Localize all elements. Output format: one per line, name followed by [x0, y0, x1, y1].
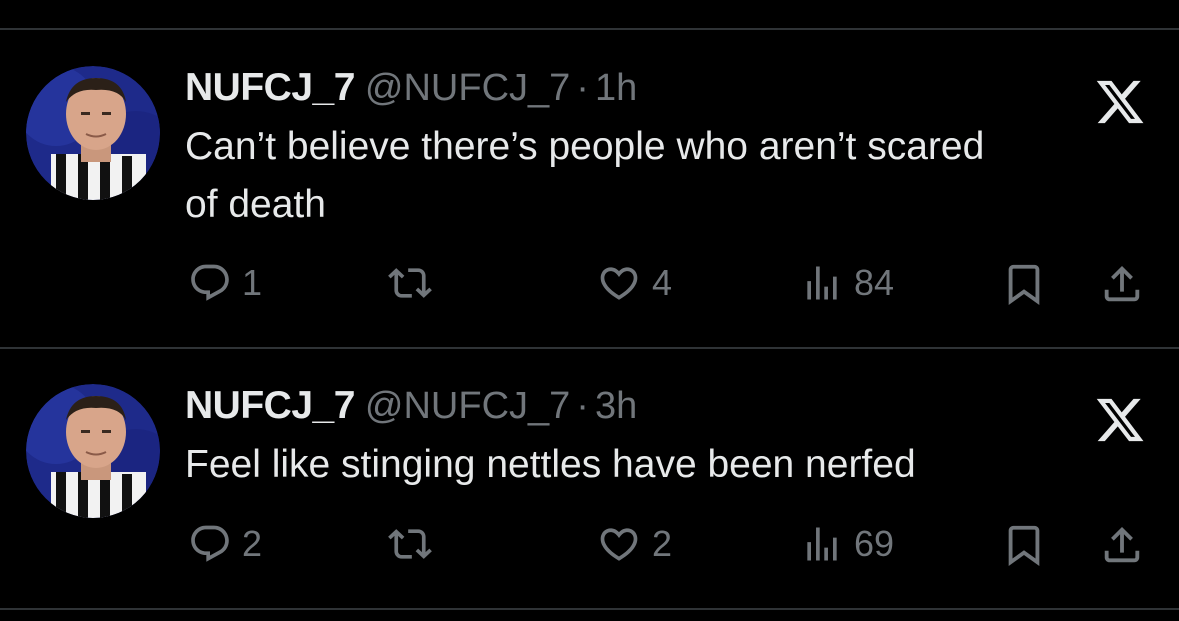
- bookmark-button[interactable]: [1000, 261, 1048, 307]
- avatar[interactable]: [26, 384, 160, 518]
- separator-dot: ·: [576, 67, 589, 109]
- share-icon: [1104, 265, 1140, 302]
- reply-count: 2: [242, 523, 263, 564]
- retweet-icon: [388, 529, 432, 559]
- retweet-icon: [388, 268, 432, 298]
- bottom-divider: [0, 608, 1179, 610]
- timestamp[interactable]: 3h: [595, 385, 637, 427]
- views-button[interactable]: 84: [800, 261, 894, 305]
- share-button[interactable]: [1098, 522, 1146, 568]
- like-button[interactable]: 2: [596, 522, 672, 566]
- tweet-header: NUFCJ_7 @NUFCJ_7 · 3h: [185, 384, 637, 428]
- bookmark-icon: [1008, 525, 1040, 566]
- tweet-2[interactable]: NUFCJ_7 @NUFCJ_7 · 3h Feel like stinging ne…: [0, 378, 1179, 608]
- tweet-text: Feel like stinging nettles have been ner…: [185, 436, 1145, 494]
- views-count: 84: [854, 262, 895, 303]
- avatar-image: [26, 384, 160, 518]
- display-name[interactable]: NUFCJ_7: [185, 66, 355, 109]
- reply-button[interactable]: 2: [188, 522, 262, 566]
- separator-dot: ·: [576, 385, 589, 427]
- tweet-text: Can’t believe there’s people who aren’t …: [185, 118, 1145, 234]
- like-count: 2: [652, 523, 673, 564]
- user-handle[interactable]: @NUFCJ_7: [365, 385, 570, 427]
- timestamp[interactable]: 1h: [595, 67, 637, 109]
- tweet-divider: [0, 347, 1179, 349]
- tweet-header: NUFCJ_7 @NUFCJ_7 · 1h: [185, 66, 637, 110]
- like-icon: [600, 528, 638, 561]
- tweet-text-line-1: Feel like stinging nettles have been ner…: [185, 443, 916, 486]
- tweet-text-line-2: of death: [185, 183, 326, 226]
- reply-button[interactable]: 1: [188, 261, 262, 305]
- top-divider: [0, 28, 1179, 30]
- bookmark-button[interactable]: [1000, 522, 1048, 568]
- views-count: 69: [854, 523, 895, 564]
- like-count: 4: [652, 262, 673, 303]
- retweet-button[interactable]: [386, 261, 434, 305]
- share-icon: [1104, 526, 1140, 563]
- tweet-1[interactable]: NUFCJ_7 @NUFCJ_7 · 1h Can’t believe there’s…: [0, 60, 1179, 348]
- like-button[interactable]: 4: [596, 261, 672, 305]
- views-button[interactable]: 69: [800, 522, 894, 566]
- reply-icon: [191, 264, 229, 301]
- reply-icon: [191, 525, 229, 562]
- display-name[interactable]: NUFCJ_7: [185, 384, 355, 427]
- reply-count: 1: [242, 262, 263, 303]
- share-button[interactable]: [1098, 261, 1146, 307]
- user-handle[interactable]: @NUFCJ_7: [365, 67, 570, 109]
- avatar-image: [26, 66, 160, 200]
- views-icon: [807, 527, 837, 561]
- bookmark-icon: [1008, 264, 1040, 305]
- views-icon: [807, 266, 837, 300]
- like-icon: [600, 267, 638, 300]
- tweet-text-line-1: Can’t believe there’s people who aren’t …: [185, 125, 985, 168]
- avatar[interactable]: [26, 66, 160, 200]
- retweet-button[interactable]: [386, 522, 434, 566]
